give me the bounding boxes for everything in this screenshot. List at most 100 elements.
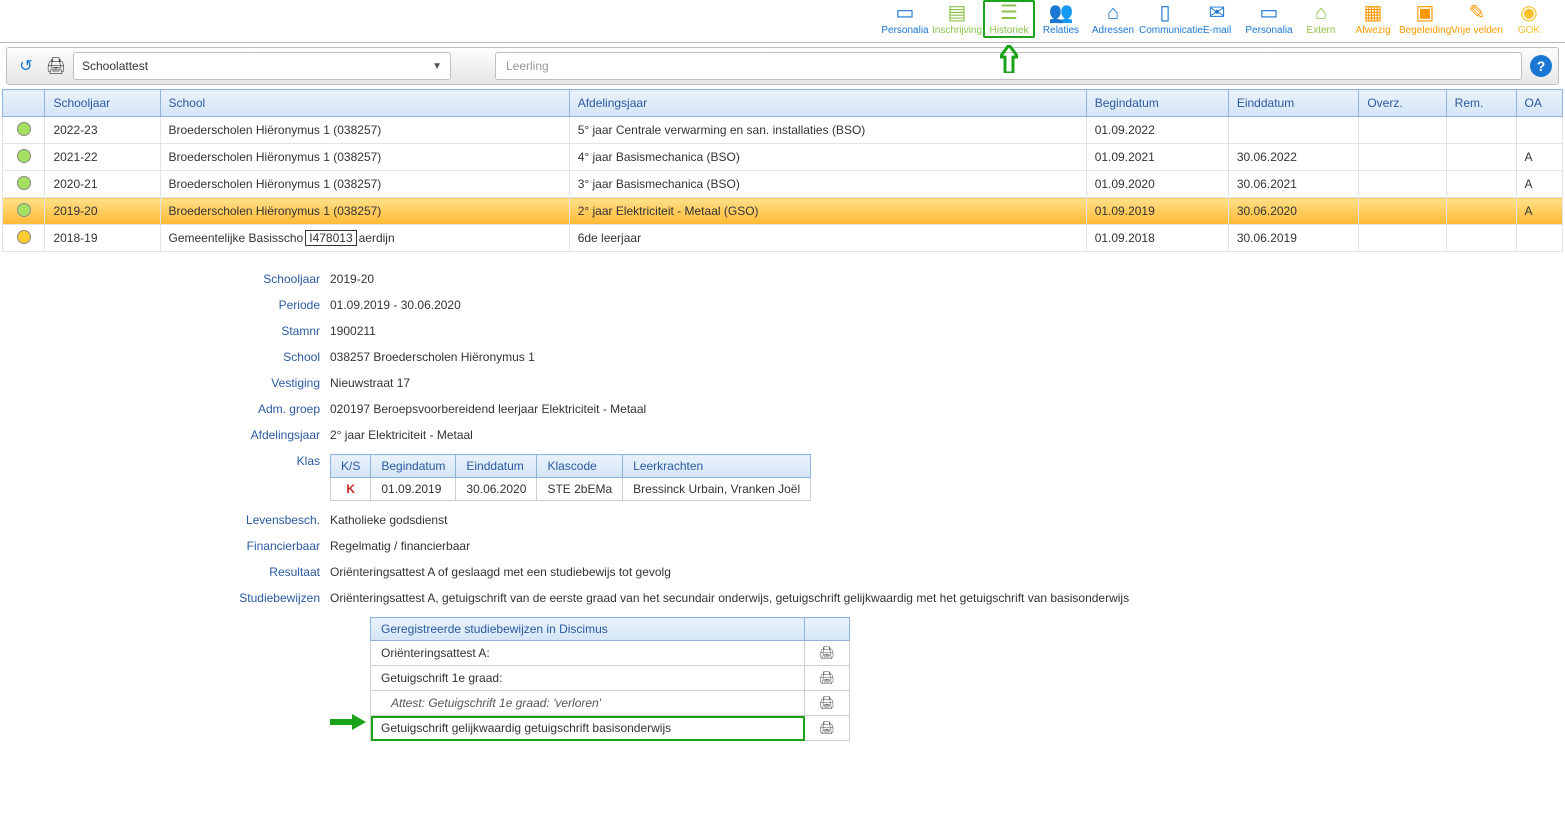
nav-extern[interactable]: ⌂ Extern [1295,0,1347,36]
label-klas: Klas [0,452,330,501]
nav-inschrijving[interactable]: ▤ Inschrijving [931,0,983,36]
table-row[interactable]: 2022-23 Broederscholen Hiëronymus 1 (038… [3,117,1563,144]
proof-print-button[interactable] [805,691,850,716]
klas-th-klascode[interactable]: Klascode [537,455,623,478]
label-periode: Periode [0,296,330,312]
chevron-down-icon: ▼ [432,61,442,72]
nav-gok[interactable]: ◉ GOK [1503,0,1555,36]
col-rem[interactable]: Rem. [1446,90,1516,117]
proof-print-button[interactable] [805,716,850,741]
cell-oa [1516,117,1562,144]
nav-label: Adressen [1092,25,1134,36]
select-value: Schoolattest [82,59,148,73]
status-dot-icon [17,230,31,244]
value-vestiging: Nieuwstraat 17 [330,374,1565,390]
table-row[interactable]: 2019-20 Broederscholen Hiëronymus 1 (038… [3,198,1563,225]
col-overz[interactable]: Overz. [1359,90,1446,117]
home-icon: ⌂ [1087,3,1139,23]
label-stamnr: Stamnr [0,322,330,338]
klas-th-einddatum[interactable]: Einddatum [456,455,537,478]
proof-row[interactable]: Oriënteringsattest A: [371,641,850,666]
value-school: 038257 Broederscholen Hiëronymus 1 [330,348,1565,364]
document-type-select[interactable]: Schoolattest ▼ [73,52,451,80]
col-status[interactable] [3,90,45,117]
klas-th-begindatum[interactable]: Begindatum [371,455,456,478]
klas-klascode: STE 2bEMa [537,478,623,501]
help-button[interactable]: ? [1530,55,1552,77]
klas-th-ks[interactable]: K/S [331,455,371,478]
label-vestiging: Vestiging [0,374,330,390]
school-id-box: I478013 [305,230,356,246]
proof-print-button[interactable] [805,666,850,691]
status-dot-icon [17,122,31,136]
col-afdelingsjaar[interactable]: Afdelingsjaar [569,90,1086,117]
table-row[interactable]: 2018-19 Gemeentelijke BasisschoI478013ae… [3,225,1563,252]
nav-historiek[interactable]: ☰ Historiek [983,0,1035,38]
proof-print-button[interactable] [805,641,850,666]
grid-header-row: Schooljaar School Afdelingsjaar Begindat… [3,90,1563,117]
klas-th-leerkrachten[interactable]: Leerkrachten [623,455,811,478]
nav-label: Historiek [990,25,1029,36]
cell-schooljaar: 2020-21 [45,171,160,198]
col-oa[interactable]: OA [1516,90,1562,117]
nav-label: Vrije velden [1451,25,1503,36]
klas-table: K/S Begindatum Einddatum Klascode Leerkr… [330,454,811,501]
proofs-header-print [805,618,850,641]
cell-einddatum [1228,117,1358,144]
nav-email[interactable]: ✉ E-mail [1191,0,1243,36]
cell-schooljaar: 2019-20 [45,198,160,225]
search-placeholder: Leerling [506,59,549,73]
print-button[interactable]: 🖨 [43,53,69,79]
nav-afwezig[interactable]: ▦ Afwezig [1347,0,1399,36]
help-icon: ? [1537,58,1546,74]
globe-icon: ◉ [1503,3,1555,23]
value-levensbesch: Katholieke godsdienst [330,511,1565,527]
cell-overz [1359,117,1446,144]
cell-schooljaar: 2018-19 [45,225,160,252]
print-icon [819,696,836,710]
cell-school: Broederscholen Hiëronymus 1 (038257) [160,198,569,225]
history-grid: Schooljaar School Afdelingsjaar Begindat… [2,89,1563,252]
table-row[interactable]: 2020-21 Broederscholen Hiëronymus 1 (038… [3,171,1563,198]
klas-row[interactable]: K 01.09.2019 30.06.2020 STE 2bEMa Bressi… [331,478,811,501]
proof-row[interactable]: Attest: Getuigschrift 1e graad: 'verlore… [371,691,850,716]
nav-label: E-mail [1203,25,1231,36]
cell-einddatum: 30.06.2019 [1228,225,1358,252]
cell-afdelingsjaar: 3° jaar Basismechanica (BSO) [569,171,1086,198]
cell-einddatum: 30.06.2021 [1228,171,1358,198]
proof-row[interactable]: Getuigschrift gelijkwaardig getuigschrif… [371,716,850,741]
cell-rem [1446,225,1516,252]
nav-adressen[interactable]: ⌂ Adressen [1087,0,1139,36]
nav-communicatie[interactable]: ▯ Communicatie [1139,0,1191,36]
cell-overz [1359,144,1446,171]
print-icon [819,646,836,660]
nav-personalia[interactable]: ▭ Personalia [879,0,931,36]
refresh-button[interactable]: ↺ [13,53,39,79]
nav-label: GOK [1518,25,1540,36]
value-afdelingsjaar: 2° jaar Elektriciteit - Metaal [330,426,1565,442]
proofs-header: Geregistreerde studiebewijzen in Discimu… [371,618,805,641]
cell-rem [1446,117,1516,144]
nav-relaties[interactable]: 👥 Relaties [1035,0,1087,36]
table-row[interactable]: 2021-22 Broederscholen Hiëronymus 1 (038… [3,144,1563,171]
cell-einddatum: 30.06.2020 [1228,198,1358,225]
nav-begeleiding[interactable]: ▣ Begeleiding [1399,0,1451,36]
proof-row[interactable]: Getuigschrift 1e graad: [371,666,850,691]
label-financierbaar: Financierbaar [0,537,330,553]
col-school[interactable]: School [160,90,569,117]
cell-begindatum: 01.09.2021 [1086,144,1228,171]
klas-begindatum: 01.09.2019 [371,478,456,501]
nav-personalia2[interactable]: ▭ Personalia [1243,0,1295,36]
nav-label: Afwezig [1355,25,1390,36]
value-stamnr: 1900211 [330,322,1565,338]
col-einddatum[interactable]: Einddatum [1228,90,1358,117]
people-icon: 👥 [1035,3,1087,23]
col-schooljaar[interactable]: Schooljaar [45,90,160,117]
cell-begindatum: 01.09.2019 [1086,198,1228,225]
status-dot-icon [17,176,31,190]
nav-vrije-velden[interactable]: ✎ Vrije velden [1451,0,1503,36]
label-resultaat: Resultaat [0,563,330,579]
col-begindatum[interactable]: Begindatum [1086,90,1228,117]
cell-afdelingsjaar: 2° jaar Elektriciteit - Metaal (GSO) [569,198,1086,225]
id-card-icon: ▭ [879,3,931,23]
